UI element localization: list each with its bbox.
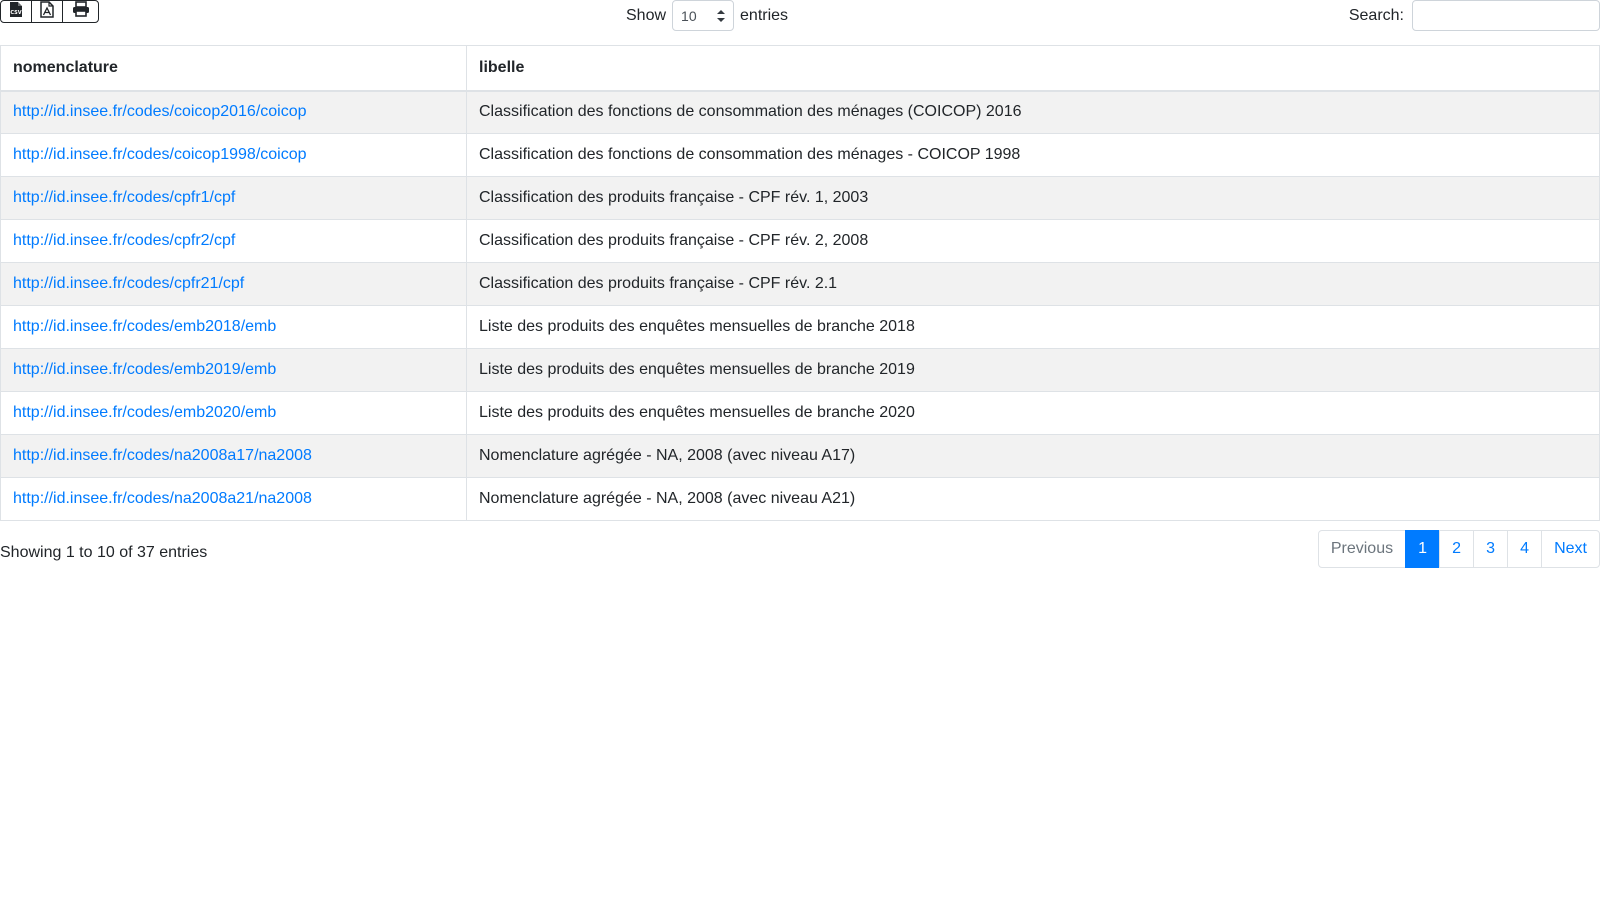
next-page-button[interactable]: Next xyxy=(1541,530,1600,568)
nomenclature-link[interactable]: http://id.insee.fr/codes/emb2018/emb xyxy=(13,318,276,335)
table-row: http://id.insee.fr/codes/na2008a17/na200… xyxy=(0,434,1600,478)
cell-nomenclature: http://id.insee.fr/codes/coicop2016/coic… xyxy=(0,90,467,134)
nomenclature-link[interactable]: http://id.insee.fr/codes/emb2019/emb xyxy=(13,361,276,378)
cell-nomenclature: http://id.insee.fr/codes/na2008a21/na200… xyxy=(0,477,467,521)
cell-libelle: Nomenclature agrégée - NA, 2008 (avec ni… xyxy=(466,434,1600,478)
cell-nomenclature: http://id.insee.fr/codes/emb2020/emb xyxy=(0,391,467,435)
nomenclature-link[interactable]: http://id.insee.fr/codes/coicop2016/coic… xyxy=(13,103,307,120)
cell-nomenclature: http://id.insee.fr/codes/cpfr2/cpf xyxy=(0,219,467,263)
cell-libelle: Classification des fonctions de consomma… xyxy=(466,133,1600,177)
nomenclature-link[interactable]: http://id.insee.fr/codes/cpfr2/cpf xyxy=(13,232,235,249)
pagination: Previous 1 2 3 4 Next xyxy=(1317,530,1600,568)
cell-libelle: Liste des produits des enquêtes mensuell… xyxy=(466,391,1600,435)
page-length-value: 10 xyxy=(681,7,697,24)
table-info: Showing 1 to 10 of 37 entries xyxy=(0,544,208,561)
page-button-2[interactable]: 2 xyxy=(1439,530,1475,568)
print-button[interactable] xyxy=(63,1,98,22)
svg-text:CSV: CSV xyxy=(10,10,21,16)
table-header-row: nomenclature libelle xyxy=(0,45,1600,92)
search-control: Search: xyxy=(1349,0,1600,31)
nomenclature-link[interactable]: http://id.insee.fr/codes/na2008a21/na200… xyxy=(13,490,312,507)
column-header-nomenclature[interactable]: nomenclature xyxy=(0,45,467,92)
export-button-group: CSV xyxy=(0,0,99,23)
cell-nomenclature: http://id.insee.fr/codes/emb2018/emb xyxy=(0,305,467,349)
previous-page-button[interactable]: Previous xyxy=(1317,530,1407,568)
table-row: http://id.insee.fr/codes/coicop2016/coic… xyxy=(0,90,1600,134)
pdf-file-icon xyxy=(40,1,54,22)
nomenclature-link[interactable]: http://id.insee.fr/codes/emb2020/emb xyxy=(13,404,276,421)
csv-file-icon: CSV xyxy=(9,1,23,22)
table-row: http://id.insee.fr/codes/cpfr2/cpf Classi… xyxy=(0,219,1600,263)
export-pdf-button[interactable] xyxy=(32,1,63,22)
cell-libelle: Liste des produits des enquêtes mensuell… xyxy=(466,348,1600,392)
nomenclature-link[interactable]: http://id.insee.fr/codes/cpfr21/cpf xyxy=(13,275,244,292)
page-length-control: Show 10 entries xyxy=(626,0,788,31)
table-row: http://id.insee.fr/codes/emb2020/emb List… xyxy=(0,391,1600,435)
cell-nomenclature: http://id.insee.fr/codes/cpfr21/cpf xyxy=(0,262,467,306)
search-input[interactable] xyxy=(1412,0,1600,31)
table-row: http://id.insee.fr/codes/cpfr1/cpf Classi… xyxy=(0,176,1600,220)
cell-nomenclature: http://id.insee.fr/codes/na2008a17/na200… xyxy=(0,434,467,478)
entries-label: entries xyxy=(740,6,789,24)
data-table: nomenclature libelle http://id.insee.fr/… xyxy=(0,45,1600,521)
table-row: http://id.insee.fr/codes/emb2019/emb List… xyxy=(0,348,1600,392)
nomenclature-link[interactable]: http://id.insee.fr/codes/cpfr1/cpf xyxy=(13,189,235,206)
column-header-libelle[interactable]: libelle xyxy=(466,45,1600,92)
nomenclature-link[interactable]: http://id.insee.fr/codes/coicop1998/coic… xyxy=(13,146,307,163)
cell-nomenclature: http://id.insee.fr/codes/emb2019/emb xyxy=(0,348,467,392)
export-csv-button[interactable]: CSV xyxy=(1,1,32,22)
cell-libelle: Classification des produits française - … xyxy=(466,176,1600,220)
page-button-4[interactable]: 4 xyxy=(1507,530,1543,568)
show-label: Show xyxy=(626,6,667,24)
table-row: http://id.insee.fr/codes/coicop1998/coic… xyxy=(0,133,1600,177)
cell-nomenclature: http://id.insee.fr/codes/cpfr1/cpf xyxy=(0,176,467,220)
page-button-1[interactable]: 1 xyxy=(1405,530,1441,568)
datatable-page: CSV Show 10 entries Search: nomenclature… xyxy=(0,0,1600,900)
select-arrows-icon xyxy=(717,9,726,23)
table-row: http://id.insee.fr/codes/cpfr21/cpf Class… xyxy=(0,262,1600,306)
cell-libelle: Classification des produits française - … xyxy=(466,219,1600,263)
cell-nomenclature: http://id.insee.fr/codes/coicop1998/coic… xyxy=(0,133,467,177)
table-row: http://id.insee.fr/codes/na2008a21/na200… xyxy=(0,477,1600,521)
cell-libelle: Classification des fonctions de consomma… xyxy=(466,90,1600,134)
table-toolbar: CSV Show 10 entries Search: xyxy=(0,0,1600,40)
print-icon xyxy=(72,1,90,22)
cell-libelle: Nomenclature agrégée - NA, 2008 (avec ni… xyxy=(466,477,1600,521)
table-row: http://id.insee.fr/codes/emb2018/emb List… xyxy=(0,305,1600,349)
page-button-3[interactable]: 3 xyxy=(1473,530,1509,568)
table-body: http://id.insee.fr/codes/coicop2016/coic… xyxy=(0,90,1600,521)
cell-libelle: Classification des produits française - … xyxy=(466,262,1600,306)
search-label: Search: xyxy=(1348,6,1404,24)
page-length-select[interactable]: 10 xyxy=(672,0,735,31)
cell-libelle: Liste des produits des enquêtes mensuell… xyxy=(466,305,1600,349)
nomenclature-link[interactable]: http://id.insee.fr/codes/na2008a17/na200… xyxy=(13,447,312,464)
